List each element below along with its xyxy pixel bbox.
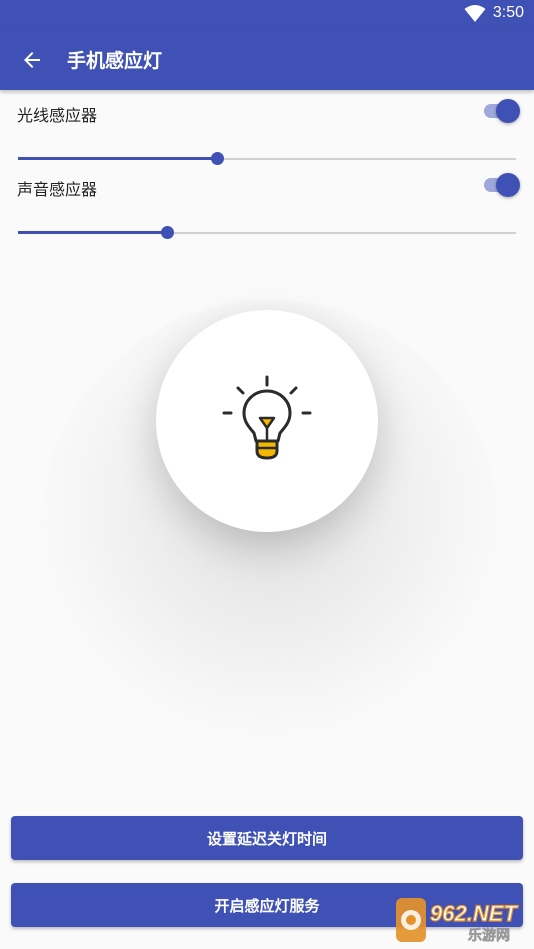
app-bar: 手机感应灯 xyxy=(0,30,534,90)
light-sensor-label: 光线感应器 xyxy=(17,106,98,125)
switch-thumb xyxy=(496,173,520,197)
sound-sensor-slider[interactable] xyxy=(18,226,516,240)
status-time: 3:50 xyxy=(492,4,524,21)
switch-thumb xyxy=(496,99,520,123)
sound-sensor-switch[interactable] xyxy=(482,171,522,199)
slider-fill xyxy=(18,231,167,234)
light-sensor-switch[interactable] xyxy=(482,97,522,125)
light-sensor-slider[interactable] xyxy=(18,152,516,166)
slider-fill xyxy=(18,157,217,160)
bulb-button[interactable] xyxy=(156,310,378,532)
lightbulb-icon xyxy=(222,375,312,460)
wifi-icon xyxy=(464,5,486,22)
slider-thumb[interactable] xyxy=(161,226,174,239)
status-bar: 3:50 xyxy=(0,0,534,30)
sound-sensor-label: 声音感应器 xyxy=(17,180,98,199)
slider-thumb[interactable] xyxy=(211,152,224,165)
svg-text:962.NET: 962.NET xyxy=(430,901,518,926)
svg-text:乐游网: 乐游网 xyxy=(468,927,510,944)
set-delay-button[interactable]: 设置延迟关灯时间 xyxy=(11,816,523,860)
site-watermark-logo: 962.NET 乐游网 xyxy=(396,898,519,944)
page-title: 手机感应灯 xyxy=(67,50,163,72)
arrow-left-icon[interactable] xyxy=(20,48,44,72)
